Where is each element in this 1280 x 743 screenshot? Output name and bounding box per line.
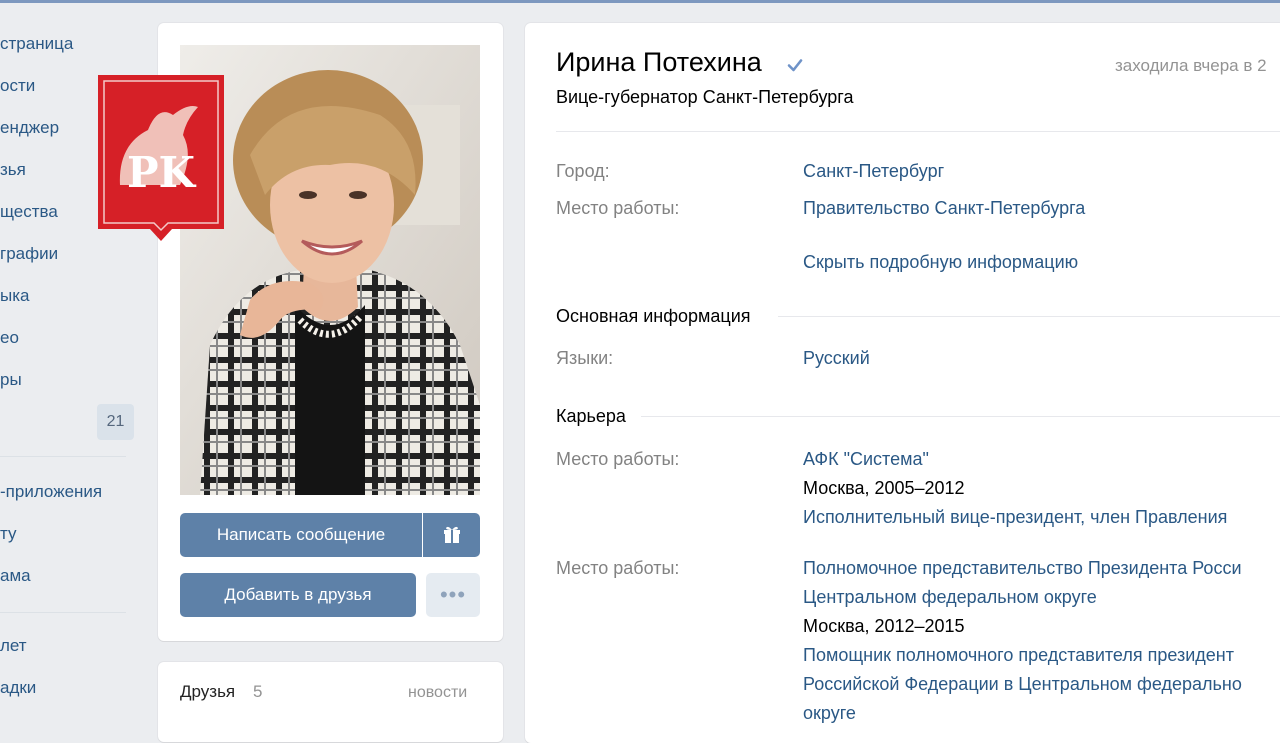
- add-friend-button[interactable]: Добавить в друзья: [180, 573, 416, 617]
- career-position-link-cont[interactable]: Российской Федерации в Центральном федер…: [803, 674, 1242, 695]
- friends-count: 5: [253, 682, 263, 701]
- more-actions-button[interactable]: •••: [426, 573, 480, 617]
- verified-checkmark-icon[interactable]: [784, 54, 806, 76]
- send-message-button[interactable]: Написать сообщение: [180, 513, 422, 557]
- profile-photo[interactable]: [180, 45, 480, 495]
- career-heading: Карьера: [556, 406, 626, 426]
- gift-button[interactable]: [423, 513, 480, 557]
- nav-item-photos[interactable]: графии: [0, 244, 58, 264]
- career-period: Москва, 2005–2012: [803, 478, 965, 498]
- career-work-label: Место работы:: [556, 558, 680, 578]
- main-info-heading: Основная информация: [556, 306, 751, 326]
- last-seen: заходила вчера в 2: [1115, 56, 1267, 75]
- career-period: Москва, 2012–2015: [803, 616, 965, 636]
- nav-item-video[interactable]: ео: [0, 328, 19, 348]
- nav-item-wallet[interactable]: лет: [0, 636, 27, 656]
- logo-text: PK: [127, 148, 197, 197]
- nav-divider: [0, 612, 126, 613]
- nav-item-advertising[interactable]: ама: [0, 566, 31, 586]
- nav-item-news[interactable]: ости: [0, 76, 35, 96]
- pk-shield-logo: PK: [98, 75, 224, 241]
- nav-item-my-page[interactable]: страница: [0, 34, 73, 54]
- nav-divider: [0, 456, 126, 457]
- nav-item-friends[interactable]: зья: [0, 160, 26, 180]
- nav-counter-badge: 21: [97, 404, 134, 440]
- header-divider: [556, 131, 1280, 132]
- profile-photo-image: [180, 45, 480, 495]
- gift-icon: [443, 526, 460, 543]
- career-company-link[interactable]: Полномочное представительство Президента…: [803, 558, 1242, 579]
- career-company-link-cont[interactable]: Центральном федеральном округе: [803, 587, 1097, 608]
- profile-status: Вице-губернатор Санкт-Петербурга: [556, 87, 854, 107]
- friends-news-link[interactable]: новости: [408, 684, 467, 702]
- nav-item-bookmarks[interactable]: адки: [0, 678, 36, 698]
- city-label: Город:: [556, 161, 610, 181]
- languages-label: Языки:: [556, 348, 614, 368]
- friends-title[interactable]: Друзья: [180, 682, 235, 702]
- career-position-link[interactable]: Исполнительный вице-президент, член Прав…: [803, 507, 1227, 528]
- hide-details-link[interactable]: Скрыть подробную информацию: [803, 252, 1078, 273]
- city-link[interactable]: Санкт-Петербург: [803, 161, 944, 182]
- nav-item-work[interactable]: ту: [0, 524, 16, 544]
- work-label: Место работы:: [556, 198, 680, 218]
- languages-link[interactable]: Русский: [803, 348, 870, 369]
- nav-item-communities[interactable]: щества: [0, 202, 58, 222]
- career-company-link[interactable]: АФК "Система": [803, 449, 929, 470]
- nav-item-messenger[interactable]: енджер: [0, 118, 59, 138]
- career-work-label: Место работы:: [556, 449, 680, 469]
- work-link[interactable]: Правительство Санкт-Петербурга: [803, 198, 1085, 219]
- section-divider: [641, 416, 1280, 417]
- nav-item-games[interactable]: ры: [0, 370, 22, 390]
- nav-item-mini-apps[interactable]: -приложения: [0, 482, 102, 502]
- profile-name: Ирина Потехина: [556, 47, 762, 77]
- section-divider: [778, 316, 1280, 317]
- top-border: [0, 0, 1280, 3]
- profile-info-card: Ирина Потехина Вице-губернатор Санкт-Пет…: [525, 23, 1280, 743]
- nav-item-music[interactable]: ыка: [0, 286, 29, 306]
- friends-card: Друзья 5 новости: [158, 662, 503, 742]
- career-position-link-cont[interactable]: округе: [803, 703, 856, 724]
- career-position-link[interactable]: Помощник полномочного представителя през…: [803, 645, 1234, 666]
